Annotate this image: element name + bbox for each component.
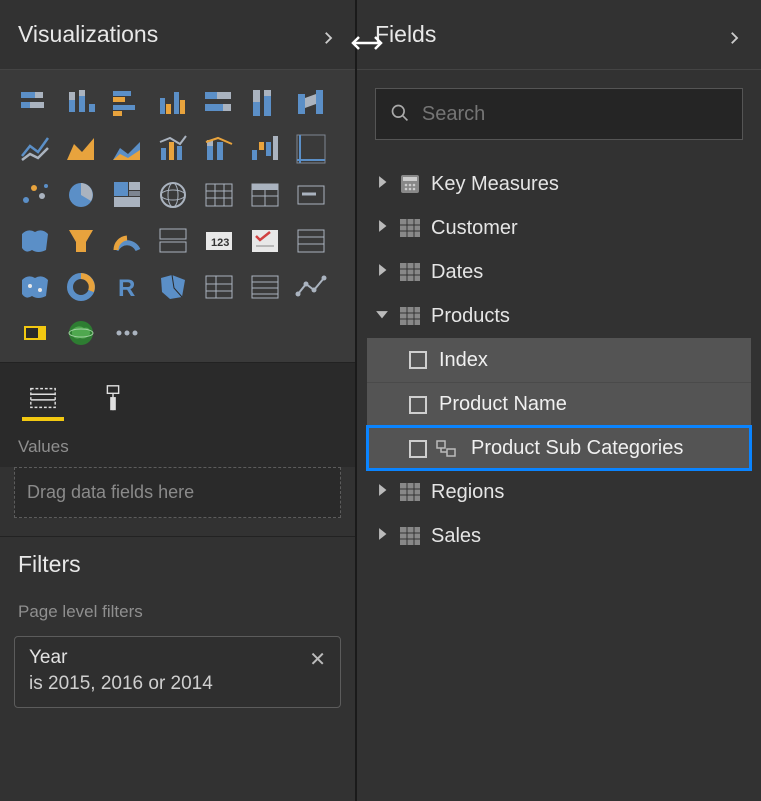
table-row-regions[interactable]: Regions: [367, 470, 751, 514]
fields-header: Fields: [357, 0, 761, 70]
viz-scatter-chart[interactable]: [14, 174, 56, 216]
viz-r-visual[interactable]: R: [106, 266, 148, 308]
viz-donut[interactable]: [60, 266, 102, 308]
caret-down-icon[interactable]: [375, 307, 389, 326]
viz-table-2[interactable]: [244, 266, 286, 308]
visualizations-title: Visualizations: [18, 21, 158, 48]
svg-text:R: R: [118, 275, 135, 302]
visualizations-pane: Visualizations 123 R Values Drag data fie…: [0, 0, 357, 801]
table-label: Regions: [431, 481, 504, 504]
viz-scatter[interactable]: [290, 128, 332, 170]
table-row-customer[interactable]: Customer: [367, 206, 751, 250]
table-label: Products: [431, 305, 510, 328]
table-label: Sales: [431, 525, 481, 548]
field-checkbox[interactable]: [409, 396, 427, 414]
search-icon: [390, 103, 410, 125]
table-label: Key Measures: [431, 173, 559, 196]
caret-right-icon[interactable]: [375, 219, 389, 238]
viz-python-visual[interactable]: [14, 312, 56, 354]
format-tab[interactable]: [92, 377, 134, 419]
fields-pane: Fields Key Measures Customer Dates Products…: [357, 0, 761, 801]
filter-chip-clear-icon[interactable]: ✕: [309, 647, 326, 672]
viz-line-stacked-column[interactable]: [198, 128, 240, 170]
viz-table[interactable]: [198, 174, 240, 216]
viz-line[interactable]: [14, 128, 56, 170]
field-row-product-sub-categories[interactable]: Product Sub Categories: [367, 426, 751, 470]
viz-ribbon[interactable]: [290, 82, 332, 124]
caret-right-icon[interactable]: [375, 483, 389, 502]
values-drop-well[interactable]: Drag data fields here: [14, 467, 341, 518]
viz-matrix-2[interactable]: [198, 266, 240, 308]
viz-pie[interactable]: [60, 174, 102, 216]
visualization-gallery: 123 R: [0, 70, 355, 362]
table-icon: [399, 482, 421, 502]
table-icon: [399, 526, 421, 546]
viz-stacked-column[interactable]: [60, 82, 102, 124]
collapse-fields-icon[interactable]: [725, 26, 743, 44]
viz-multi-row-card[interactable]: [152, 220, 194, 262]
filters-title: Filters: [0, 536, 355, 592]
viz-area[interactable]: [60, 128, 102, 170]
viz-line-dots[interactable]: [290, 266, 332, 308]
table-icon: [399, 306, 421, 326]
filter-chip-year[interactable]: Year is 2015, 2016 or 2014 ✕: [14, 636, 341, 708]
table-label: Customer: [431, 217, 518, 240]
viz-clustered-bar[interactable]: [106, 82, 148, 124]
viz-card[interactable]: [290, 174, 332, 216]
viz-globe[interactable]: [152, 174, 194, 216]
table-icon: [399, 262, 421, 282]
viz-waterfall[interactable]: [244, 128, 286, 170]
page-level-filters-label: Page level filters: [0, 592, 355, 636]
table-icon: [399, 218, 421, 238]
caret-right-icon[interactable]: [375, 527, 389, 546]
viz-line-clustered-column[interactable]: [152, 128, 194, 170]
caret-right-icon[interactable]: [375, 175, 389, 194]
viz-filled-map-2[interactable]: [14, 266, 56, 308]
field-row-product-name[interactable]: Product Name: [367, 382, 751, 426]
viz-more-ellipsis[interactable]: [106, 312, 148, 354]
viz-property-tabs: [0, 362, 355, 419]
caret-right-icon[interactable]: [375, 263, 389, 282]
field-label: Product Name: [439, 393, 567, 416]
collapse-visualizations-icon[interactable]: [319, 26, 337, 44]
viz-kpi[interactable]: 123: [198, 220, 240, 262]
visualizations-header: Visualizations: [0, 0, 355, 70]
viz-100-stacked-bar[interactable]: [198, 82, 240, 124]
calculator-icon: [399, 174, 421, 194]
field-checkbox[interactable]: [409, 440, 427, 458]
viz-slicer[interactable]: [244, 220, 286, 262]
table-row-sales[interactable]: Sales: [367, 514, 751, 558]
hierarchy-icon: [435, 439, 459, 459]
fields-search-input[interactable]: [422, 103, 728, 126]
fields-title: Fields: [375, 21, 436, 48]
fields-tree: Key Measures Customer Dates Products Index Pr…: [357, 162, 761, 558]
values-section-label: Values: [0, 419, 355, 467]
table-row-dates[interactable]: Dates: [367, 250, 751, 294]
viz-table-alt[interactable]: [290, 220, 332, 262]
viz-stacked-area[interactable]: [106, 128, 148, 170]
table-row-key-measures[interactable]: Key Measures: [367, 162, 751, 206]
field-label: Index: [439, 349, 488, 372]
viz-clustered-column[interactable]: [152, 82, 194, 124]
viz-filled-map[interactable]: [14, 220, 56, 262]
field-row-index[interactable]: Index: [367, 338, 751, 382]
fields-tab[interactable]: [22, 377, 64, 419]
fields-search[interactable]: [375, 88, 743, 140]
filter-chip-name: Year: [29, 647, 326, 669]
table-row-products[interactable]: Products: [367, 294, 751, 338]
viz-funnel[interactable]: [60, 220, 102, 262]
viz-gauge[interactable]: [106, 220, 148, 262]
field-checkbox[interactable]: [409, 351, 427, 369]
viz-shape-map[interactable]: [152, 266, 194, 308]
table-label: Dates: [431, 261, 483, 284]
viz-treemap[interactable]: [106, 174, 148, 216]
field-label: Product Sub Categories: [471, 437, 683, 460]
viz-100-stacked-column[interactable]: [244, 82, 286, 124]
viz-matrix[interactable]: [244, 174, 286, 216]
viz-arcgis[interactable]: [60, 312, 102, 354]
filter-chip-desc: is 2015, 2016 or 2014: [29, 673, 326, 695]
svg-text:123: 123: [211, 237, 229, 249]
viz-stacked-bar[interactable]: [14, 82, 56, 124]
